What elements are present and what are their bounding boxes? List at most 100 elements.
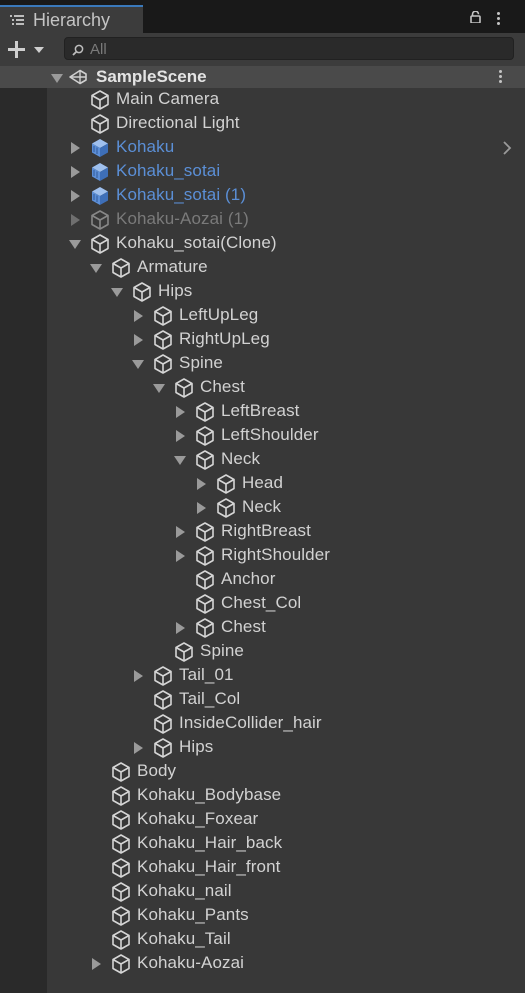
tree-row[interactable]: Tail_01 [0, 664, 525, 688]
tree-row-label: Kohaku_Tail [137, 929, 231, 948]
collapse-arrow-icon[interactable] [176, 430, 185, 442]
expand-arrow-icon[interactable] [132, 360, 144, 369]
expand-arrow-icon[interactable] [69, 240, 81, 249]
tree-row[interactable]: Kohaku-Aozai [0, 952, 525, 976]
tree-row-label: Kohaku_nail [137, 881, 232, 900]
tree-row-label: Kohaku-Aozai [137, 953, 245, 972]
tree-row[interactable]: Chest [0, 376, 525, 400]
tree-row-label: LeftShoulder [221, 425, 319, 444]
tree-row[interactable]: Kohaku_Foxear [0, 808, 525, 832]
collapse-arrow-icon[interactable] [71, 142, 80, 154]
tree-row[interactable]: Chest [0, 616, 525, 640]
expand-arrow-icon[interactable] [174, 456, 186, 465]
expand-arrow-icon[interactable] [153, 384, 165, 393]
tree-row[interactable]: Kohaku_Pants [0, 904, 525, 928]
tree-row[interactable]: Armature [0, 256, 525, 280]
tree-row[interactable]: Kohaku-Aozai (1) [0, 208, 525, 232]
collapse-arrow-icon[interactable] [71, 214, 80, 226]
tree-row[interactable]: Chest_Col [0, 592, 525, 616]
tab-title: Hierarchy [33, 10, 111, 30]
gameobject-icon [110, 953, 132, 975]
tree-row[interactable]: Kohaku_Bodybase [0, 784, 525, 808]
chevron-right-icon[interactable] [502, 141, 512, 155]
expand-arrow-icon[interactable] [111, 288, 123, 297]
tab-hierarchy[interactable]: Hierarchy [0, 5, 143, 33]
tree-row-label: Hips [179, 737, 214, 756]
collapse-arrow-icon[interactable] [134, 334, 143, 346]
tree-row[interactable]: RightUpLeg [0, 328, 525, 352]
search-field[interactable] [64, 37, 514, 60]
hierarchy-toolbar [0, 33, 525, 66]
expand-arrow-icon[interactable] [51, 74, 63, 83]
tree-row-label: Kohaku_sotai(Clone) [116, 233, 277, 252]
lock-icon[interactable] [470, 11, 481, 23]
gameobject-icon [110, 905, 132, 927]
tree-row[interactable]: Directional Light [0, 112, 525, 136]
collapse-arrow-icon[interactable] [134, 670, 143, 682]
gameobject-icon [194, 617, 216, 639]
tree-row-label: Kohaku-Aozai (1) [116, 209, 249, 228]
hierarchy-panel: Hierarchy SampleS [0, 0, 525, 993]
tree-row-label: Kohaku_Hair_back [137, 833, 283, 852]
tree-row[interactable]: RightShoulder [0, 544, 525, 568]
tree-row[interactable]: Body [0, 760, 525, 784]
gameobject-icon [89, 209, 111, 231]
collapse-arrow-icon[interactable] [176, 550, 185, 562]
tree-row-label: Tail_01 [179, 665, 234, 684]
collapse-arrow-icon[interactable] [92, 958, 101, 970]
collapse-arrow-icon[interactable] [197, 502, 206, 514]
tree-row[interactable]: Tail_Col [0, 688, 525, 712]
collapse-arrow-icon[interactable] [197, 478, 206, 490]
tree-row-label: Directional Light [116, 113, 240, 132]
tree-row[interactable]: InsideCollider_hair [0, 712, 525, 736]
collapse-arrow-icon[interactable] [71, 190, 80, 202]
gameobject-icon [110, 881, 132, 903]
tree-row[interactable]: Kohaku [0, 136, 525, 160]
caret-down-icon [34, 47, 44, 53]
tree-row-label: Kohaku_Pants [137, 905, 249, 924]
collapse-arrow-icon[interactable] [71, 166, 80, 178]
tree-row-label: Head [242, 473, 284, 492]
hierarchy-list-icon [10, 15, 24, 25]
tree-row[interactable]: LeftBreast [0, 400, 525, 424]
tree-row-label: Neck [221, 449, 261, 468]
tree-row[interactable]: Kohaku_nail [0, 880, 525, 904]
tree-row[interactable]: Main Camera [0, 88, 525, 112]
tree-row[interactable]: Neck [0, 448, 525, 472]
tree-row[interactable]: RightBreast [0, 520, 525, 544]
scene-menu-icon[interactable] [499, 70, 503, 85]
collapse-arrow-icon[interactable] [134, 310, 143, 322]
gameobject-icon [152, 713, 174, 735]
tree-row[interactable]: Anchor [0, 568, 525, 592]
gameobject-icon [89, 89, 111, 111]
tree-row[interactable]: Kohaku_Hair_back [0, 832, 525, 856]
collapse-arrow-icon[interactable] [134, 742, 143, 754]
tree-row-label: RightUpLeg [179, 329, 270, 348]
tree-row[interactable]: Hips [0, 280, 525, 304]
tree-row[interactable]: Head [0, 472, 525, 496]
tree-row-label: InsideCollider_hair [179, 713, 322, 732]
tree-row[interactable]: Kohaku_sotai(Clone) [0, 232, 525, 256]
tree-row[interactable]: Kohaku_sotai [0, 160, 525, 184]
tree-row[interactable]: Spine [0, 640, 525, 664]
tree-row[interactable]: LeftShoulder [0, 424, 525, 448]
create-dropdown-button[interactable] [6, 38, 48, 60]
search-input[interactable] [90, 40, 500, 58]
collapse-arrow-icon[interactable] [176, 406, 185, 418]
collapse-arrow-icon[interactable] [176, 526, 185, 538]
tree-row-label: Chest_Col [221, 593, 302, 612]
collapse-arrow-icon[interactable] [176, 622, 185, 634]
tree-row[interactable]: Kohaku_Tail [0, 928, 525, 952]
tree-row[interactable]: Neck [0, 496, 525, 520]
tree-row[interactable]: Kohaku_sotai (1) [0, 184, 525, 208]
tree-row[interactable]: Hips [0, 736, 525, 760]
tab-menu-icon[interactable] [497, 12, 501, 27]
scene-row[interactable]: SampleScene [0, 66, 525, 88]
expand-arrow-icon[interactable] [90, 264, 102, 273]
tree-row[interactable]: Spine [0, 352, 525, 376]
tree-row-label: Kohaku_Foxear [137, 809, 259, 828]
search-icon[interactable] [72, 44, 84, 56]
tree-row[interactable]: Kohaku_Hair_front [0, 856, 525, 880]
tree-row-label: Armature [137, 257, 208, 276]
tree-row[interactable]: LeftUpLeg [0, 304, 525, 328]
